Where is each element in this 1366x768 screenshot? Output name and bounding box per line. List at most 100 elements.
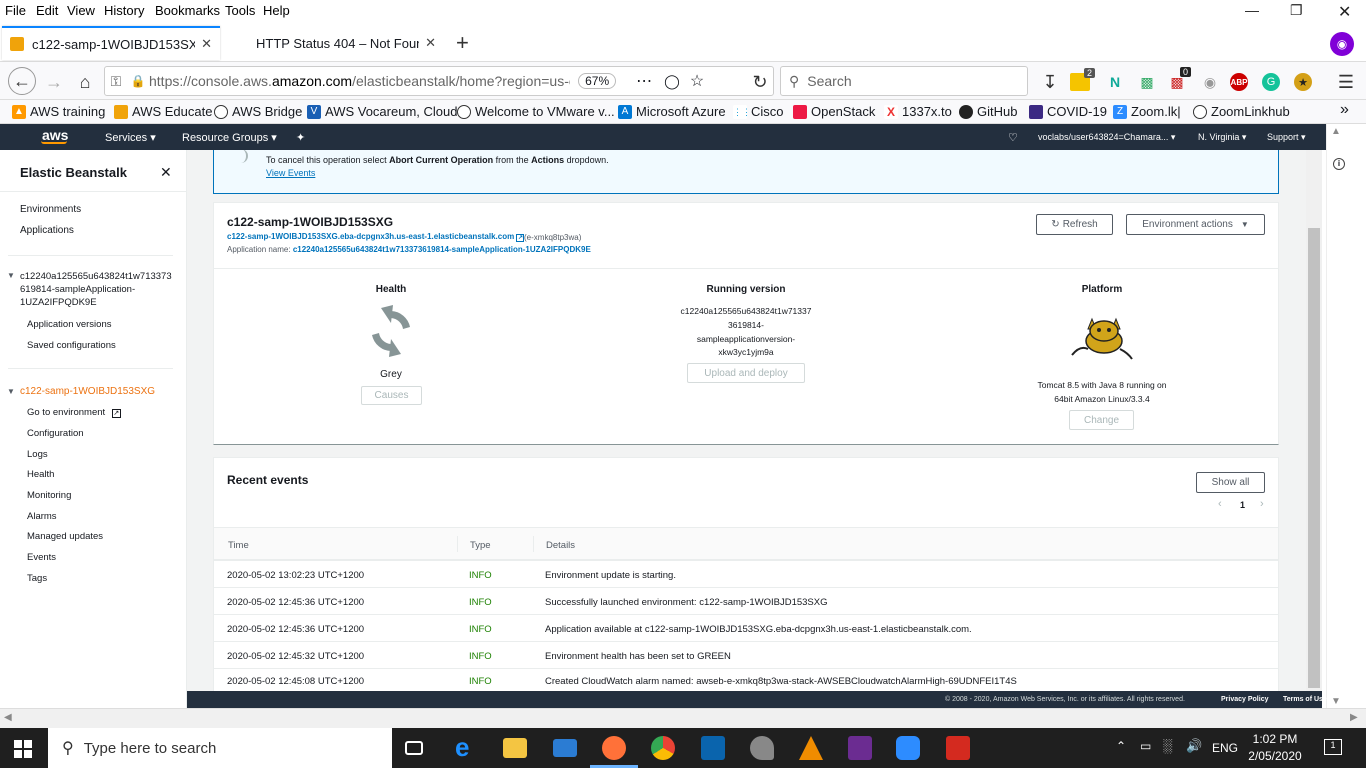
view-events-link[interactable]: View Events <box>266 168 315 178</box>
bookmark-item[interactable]: ZoomLinkhub <box>1193 104 1290 119</box>
sidebar-item-monitoring[interactable]: Monitoring <box>27 490 71 501</box>
url-bar[interactable]: ⚿ 🔒 https://console.aws. amazon.com/elast… <box>104 66 774 96</box>
chevron-up-icon[interactable]: ⌃ <box>1116 739 1126 753</box>
refresh-button[interactable]: ↻ Refresh <box>1036 214 1113 235</box>
tab-beanstalk[interactable]: c122-samp-1WOIBJD153SXG · | ✕ <box>2 26 220 60</box>
forward-icon[interactable]: → <box>42 70 66 94</box>
chrome-icon[interactable] <box>651 736 675 760</box>
edge-icon[interactable]: e <box>455 732 479 762</box>
vlc-icon[interactable] <box>799 736 823 760</box>
pocket-icon[interactable]: ◯ <box>664 73 680 90</box>
change-button[interactable]: Change <box>1069 410 1134 430</box>
volume-icon[interactable]: 🔊 <box>1186 738 1202 754</box>
network-icon[interactable]: ░ <box>1163 738 1172 753</box>
language-indicator[interactable]: ENG <box>1212 741 1238 755</box>
resource-groups-menu[interactable]: Resource Groups ▾ <box>182 131 277 144</box>
bookmark-item[interactable]: ▲ AWS training <box>12 104 105 119</box>
privacy-policy-link[interactable]: Privacy Policy <box>1221 696 1268 703</box>
sidebar-item-events[interactable]: Events <box>27 552 56 563</box>
clock-time[interactable]: 1:02 PM <box>1250 732 1300 746</box>
sidebar-app-name-line2[interactable]: 619814-sampleApplication- <box>20 284 135 295</box>
sidebar-item-application-versions[interactable]: Application versions <box>27 319 112 330</box>
next-page-icon[interactable]: › <box>1260 498 1264 510</box>
taskbar-search-input[interactable]: ⚲ Type here to search <box>48 728 392 768</box>
notifications-icon[interactable]: 1 <box>1324 739 1342 755</box>
menu-help[interactable]: Help <box>263 3 290 18</box>
hamburger-menu-icon[interactable]: ☰ <box>1334 70 1358 94</box>
grammarly-icon[interactable]: G <box>1262 73 1280 91</box>
zoom-level[interactable]: 67% <box>578 73 617 89</box>
shield-icon[interactable]: ⚿ <box>105 73 127 90</box>
pin-icon[interactable]: ✦ <box>296 131 305 144</box>
acrobat-icon[interactable] <box>946 736 970 760</box>
scrollbar-thumb[interactable] <box>1308 228 1320 688</box>
bookmark-item[interactable]: V AWS Vocareum, Cloud <box>307 104 457 119</box>
bookmark-item[interactable]: AWS Bridge <box>214 104 302 119</box>
outlook-icon[interactable] <box>701 736 725 760</box>
menu-view[interactable]: View <box>67 3 95 18</box>
app-name-link[interactable]: c12240a125565u643824t1w713373619814-samp… <box>293 245 591 254</box>
scroll-up-icon[interactable]: ▲ <box>1331 126 1341 137</box>
globe-icon[interactable]: ◉ <box>1198 70 1222 94</box>
menu-tools[interactable]: Tools <box>225 3 255 18</box>
sidebar-app-name-line1[interactable]: c12240a125565u643824t1w713373 <box>20 271 172 282</box>
col-type[interactable]: Type <box>470 540 491 551</box>
services-menu[interactable]: Services ▾ <box>105 131 156 144</box>
bookmark-item[interactable]: ⋮⋮ Cisco <box>733 104 784 119</box>
col-time[interactable]: Time <box>228 540 249 551</box>
sidebar-item-applications[interactable]: Applications <box>20 225 74 236</box>
page-number[interactable]: 1 <box>1240 500 1245 510</box>
bookmarks-overflow-icon[interactable]: » <box>1340 101 1349 119</box>
home-icon[interactable]: ⌂ <box>73 70 97 94</box>
extension-icon[interactable]: ★ <box>1294 73 1312 91</box>
scroll-left-icon[interactable]: ◀ <box>4 712 12 723</box>
caret-down-icon[interactable]: ▼ <box>7 387 15 396</box>
windows-start-icon[interactable] <box>14 740 32 758</box>
prev-page-icon[interactable]: ‹ <box>1218 498 1222 510</box>
terms-link[interactable]: Terms of Use <box>1283 696 1327 703</box>
menu-bookmarks[interactable]: Bookmarks <box>155 3 220 18</box>
sidebar-env-name[interactable]: c122-samp-1WOIBJD153SXG <box>20 386 155 397</box>
download-icon[interactable]: ↧ <box>1038 70 1062 94</box>
battery-icon[interactable]: ▭ <box>1140 739 1151 753</box>
clock-date[interactable]: 2/05/2020 <box>1246 749 1304 763</box>
scroll-down-icon[interactable]: ▼ <box>1331 696 1341 707</box>
region-menu[interactable]: N. Virginia ▾ <box>1198 132 1246 143</box>
bell-icon[interactable]: ♡ <box>1008 131 1018 144</box>
firefox-icon[interactable] <box>602 736 626 760</box>
video-editor-icon[interactable] <box>848 736 872 760</box>
new-tab-icon[interactable]: + <box>456 30 469 56</box>
sidebar-item-tags[interactable]: Tags <box>27 573 47 584</box>
bookmark-item[interactable]: GitHub <box>959 104 1017 119</box>
sidebar-item-alarms[interactable]: Alarms <box>27 511 57 522</box>
sidebar-item-managed-updates[interactable]: Managed updates <box>27 531 103 542</box>
user-menu[interactable]: voclabs/user643824=Chamara... ▾ <box>1038 132 1175 143</box>
sidebar-item-health[interactable]: Health <box>27 469 54 480</box>
sidebar-item-configuration[interactable]: Configuration <box>27 428 84 439</box>
bookmark-item[interactable]: Z Zoom.lk| <box>1113 104 1181 119</box>
tab-404[interactable]: HTTP Status 404 – Not Found ✕ <box>248 26 444 60</box>
menu-edit[interactable]: Edit <box>36 3 58 18</box>
bookmark-item[interactable]: OpenStack <box>793 104 875 119</box>
sidebar-item-saved-configurations[interactable]: Saved configurations <box>27 340 116 351</box>
env-url-link[interactable]: c122-samp-1WOIBJD153SXG.eba-dcpgnx3h.us-… <box>227 232 525 242</box>
upload-and-deploy-button[interactable]: Upload and deploy <box>687 363 805 383</box>
restore-icon[interactable]: ❐ <box>1290 2 1303 19</box>
close-window-icon[interactable]: ✕ <box>1338 2 1351 22</box>
caret-down-icon[interactable]: ▼ <box>7 271 15 280</box>
close-sidebar-icon[interactable]: ✕ <box>160 164 172 181</box>
search-input[interactable]: ⚲ Search <box>780 66 1028 96</box>
menu-file[interactable]: File <box>5 3 26 18</box>
file-explorer-icon[interactable] <box>503 738 527 758</box>
adblock-icon[interactable]: ABP <box>1230 73 1248 91</box>
causes-button[interactable]: Causes <box>361 386 422 405</box>
page-actions-icon[interactable]: ⋯ <box>636 71 652 91</box>
app-icon[interactable] <box>750 736 774 760</box>
sidebar-app-name-line3[interactable]: 1UZA2IFPQDK9E <box>20 297 97 308</box>
zoom-icon[interactable] <box>896 736 920 760</box>
reload-icon[interactable]: ↻ <box>748 70 772 94</box>
col-details[interactable]: Details <box>546 540 575 551</box>
extension-n-icon[interactable]: N <box>1103 70 1127 94</box>
bookmark-item[interactable]: Welcome to VMware v... <box>457 104 615 119</box>
page-scrollbar[interactable] <box>1306 150 1322 691</box>
